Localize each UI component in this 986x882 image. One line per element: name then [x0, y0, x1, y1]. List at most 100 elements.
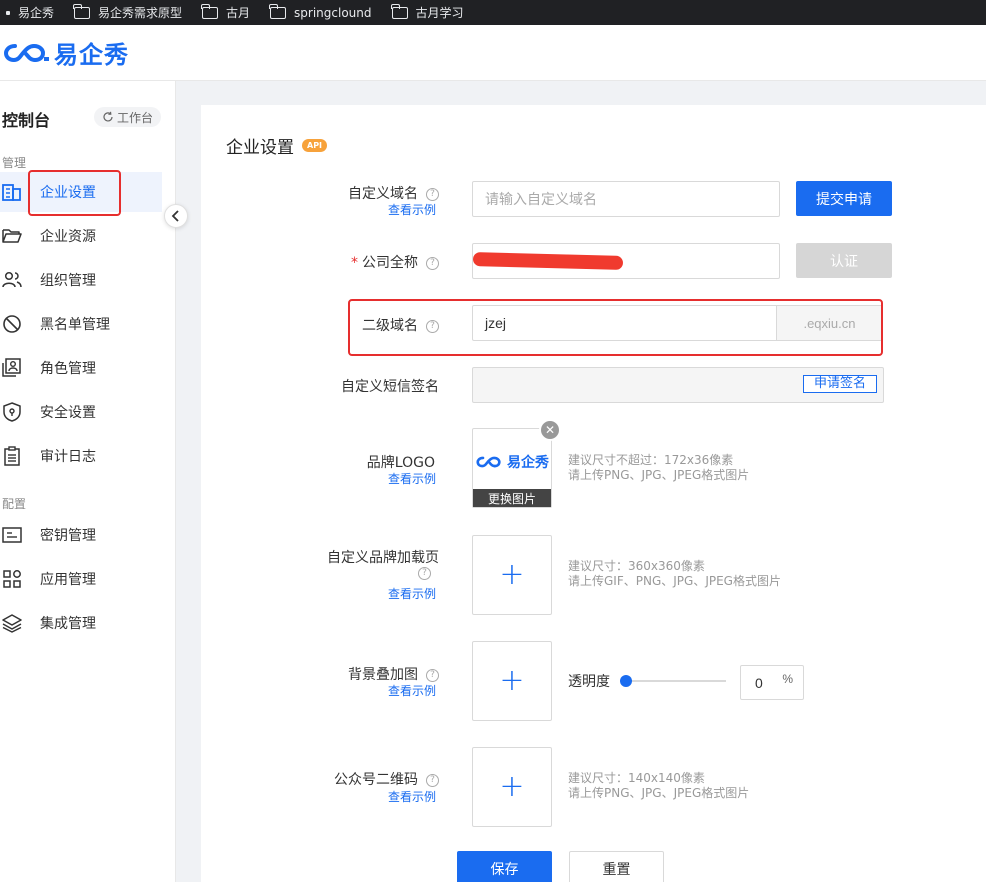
folder-icon [390, 3, 408, 19]
workbench-label: 工作台 [117, 110, 154, 125]
group-label-manage: 管理 [2, 156, 27, 170]
sidebar-item-label: 密钥管理 [40, 528, 96, 544]
sidebar-item-org-management[interactable]: 组织管理 [0, 260, 162, 300]
redaction-scribble [472, 252, 624, 270]
sidebar-item-label: 角色管理 [40, 361, 96, 377]
field-label-text: 背景叠加图 [348, 667, 418, 683]
bookmark-folder[interactable]: 古月 [201, 3, 251, 21]
page-title-text: 企业设置 [226, 138, 294, 158]
custom-domain-example-link[interactable]: 查看示例 [388, 201, 436, 218]
qr-code-upload[interactable]: + [472, 747, 552, 827]
sidebar-item-security-settings[interactable]: 安全设置 [0, 392, 162, 432]
sidebar-item-label: 黑名单管理 [40, 317, 110, 333]
folder-icon [2, 226, 22, 246]
opacity-slider-track[interactable] [622, 680, 726, 682]
api-badge[interactable]: API [302, 139, 328, 152]
bookmark-label: springclound [294, 5, 372, 20]
subdomain-value: jzej [485, 315, 507, 331]
verify-button[interactable]: 认证 [796, 243, 892, 278]
dot-icon [6, 10, 10, 15]
main-panel: 企业设置 API 自定义域名? 查看示例 请输入自定义域名 提交申请 * 公司全称… [201, 105, 986, 882]
folder-icon [269, 3, 287, 19]
opacity-input[interactable]: 0 % [740, 665, 804, 700]
custom-domain-input[interactable]: 请输入自定义域名 [472, 181, 780, 217]
sidebar-item-app-management[interactable]: 应用管理 [0, 559, 162, 599]
help-icon[interactable]: ? [418, 567, 431, 580]
logo-text: 易企秀 [54, 41, 129, 69]
sidebar-item-label: 组织管理 [40, 273, 96, 289]
background-overlay-upload[interactable]: + [472, 641, 552, 721]
brand-logo[interactable]: 易企秀 [4, 35, 129, 70]
sidebar-item-enterprise-settings[interactable]: 企业设置 [0, 172, 162, 212]
sidebar-item-key-management[interactable]: 密钥管理 [0, 515, 162, 555]
custom-domain-label: 自定义域名? [348, 183, 439, 203]
uploaded-logo-preview: 易企秀 [475, 452, 549, 472]
console-title: 控制台 [2, 111, 51, 130]
bookmark-label: 古月学习 [415, 6, 464, 20]
clipboard-icon [2, 446, 22, 466]
sidebar-item-label: 应用管理 [40, 572, 96, 588]
users-icon [2, 270, 22, 290]
block-icon [2, 314, 22, 334]
collapse-sidebar-button[interactable] [164, 204, 188, 228]
hint-line: 建议尺寸：140x140像素 [568, 771, 705, 785]
brand-logo-upload[interactable]: 易企秀 更换图片 [472, 428, 552, 508]
field-label-text: 公众号二维码 [334, 772, 418, 788]
help-icon[interactable]: ? [426, 668, 439, 682]
workbench-button[interactable]: 工作台 [94, 107, 162, 127]
brand-logo-example-link[interactable]: 查看示例 [388, 470, 436, 487]
qr-code-example-link[interactable]: 查看示例 [388, 788, 436, 805]
background-overlay-example-link[interactable]: 查看示例 [388, 682, 436, 699]
bookmark-folder[interactable]: 古月学习 [390, 3, 464, 21]
bookmark-folder[interactable]: 易企秀需求原型 [73, 3, 182, 21]
top-header: 易企秀 [0, 25, 986, 81]
bookmark-folder[interactable]: springclound [269, 3, 372, 20]
sidebar-item-label: 集成管理 [40, 616, 96, 632]
bookmark-label: 古月 [226, 6, 251, 20]
reset-button[interactable]: 重置 [569, 851, 664, 882]
subdomain-input[interactable]: jzej .eqxiu.cn [472, 305, 883, 341]
loading-page-hint: 建议尺寸：360x360像素 请上传GIF、PNG、JPG、JPEG格式图片 [568, 559, 781, 589]
required-mark: * [351, 255, 358, 271]
brand-logo-hint: 建议尺寸不超过：172x36像素 请上传PNG、JPG、JPEG格式图片 [568, 453, 749, 483]
loading-page-label: 自定义品牌加载页 [327, 550, 439, 566]
opacity-label: 透明度 [568, 674, 610, 690]
sidebar-item-blacklist[interactable]: 黑名单管理 [0, 304, 162, 344]
field-label-text: 自定义域名 [348, 186, 418, 202]
remove-logo-icon[interactable]: ✕ [539, 419, 561, 441]
brand-logo-label: 品牌LOGO [366, 455, 435, 471]
help-icon[interactable]: ? [426, 187, 439, 201]
folder-icon [201, 3, 219, 19]
sidebar-item-audit-log[interactable]: 审计日志 [0, 436, 162, 476]
domain-suffix: .eqxiu.cn [776, 306, 882, 340]
infinity-logo-icon [476, 456, 501, 468]
sidebar-item-enterprise-resources[interactable]: 企业资源 [0, 216, 162, 256]
loading-page-upload[interactable]: + [472, 535, 552, 615]
help-icon[interactable]: ? [426, 256, 439, 270]
replace-image-button[interactable]: 更换图片 [473, 489, 551, 507]
hint-line: 请上传PNG、JPG、JPEG格式图片 [568, 786, 750, 800]
sidebar-item-role-management[interactable]: 角色管理 [0, 348, 162, 388]
hint-line: 请上传PNG、JPG、JPEG格式图片 [568, 468, 750, 482]
sidebar-item-integration-management[interactable]: 集成管理 [0, 603, 162, 643]
building-icon [2, 182, 22, 202]
bookmark-label: 易企秀 [18, 6, 55, 20]
help-icon[interactable]: ? [426, 773, 439, 787]
folder-icon [73, 3, 91, 19]
save-button[interactable]: 保存 [457, 851, 552, 882]
loading-page-example-link[interactable]: 查看示例 [388, 585, 436, 602]
submit-application-button[interactable]: 提交申请 [796, 181, 892, 216]
opacity-slider-thumb[interactable] [620, 675, 632, 687]
field-label-text: 二级域名 [362, 318, 418, 334]
bookmark-item[interactable]: 易企秀 [6, 4, 54, 21]
chevron-left-icon [171, 210, 179, 222]
help-icon[interactable]: ? [426, 319, 439, 333]
sidebar-header: 控制台 工作台 [0, 107, 176, 130]
opacity-value: 0 [755, 674, 763, 691]
infinity-logo-icon [4, 43, 49, 62]
apply-signature-button[interactable]: 申请签名 [802, 375, 877, 393]
key-card-icon [2, 525, 22, 545]
company-name-input[interactable] [472, 243, 780, 279]
field-label-text: 公司全称 [362, 255, 418, 271]
page-title: 企业设置 API [226, 133, 328, 158]
